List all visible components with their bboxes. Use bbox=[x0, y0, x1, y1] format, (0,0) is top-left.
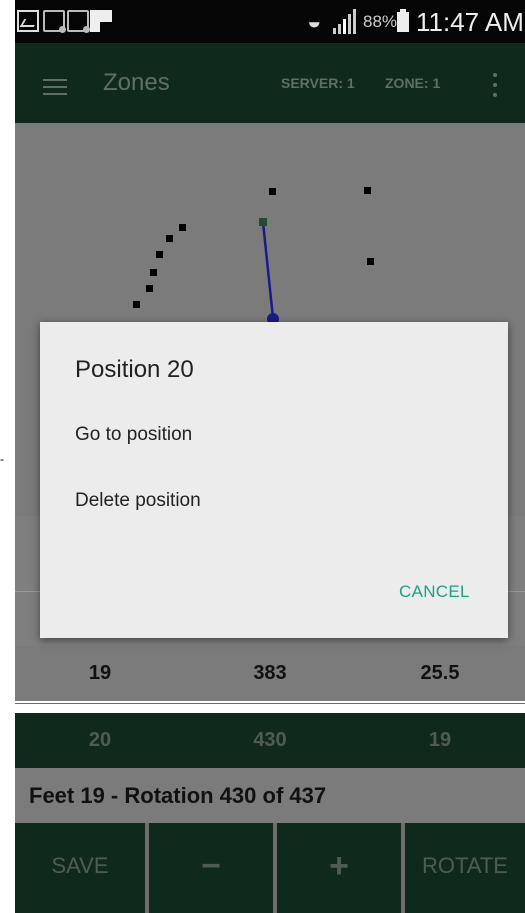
path-point bbox=[269, 188, 276, 195]
plus-button[interactable]: + bbox=[277, 823, 401, 913]
selected-point bbox=[259, 218, 267, 226]
server-label[interactable]: SERVER: 1 bbox=[281, 75, 355, 91]
divider bbox=[15, 703, 525, 704]
path-point bbox=[364, 187, 371, 194]
go-to-position-item[interactable]: Go to position bbox=[75, 424, 192, 446]
path-point bbox=[179, 224, 186, 231]
path-points bbox=[133, 187, 374, 308]
feet-cell: 20 bbox=[88, 729, 112, 751]
rotation-cell: 430 bbox=[253, 729, 287, 751]
flag-icon bbox=[90, 10, 116, 32]
bottom-toolbar: SAVE − + ROTATE bbox=[15, 823, 525, 913]
path-point bbox=[150, 269, 157, 276]
position-dialog: Position 20 Go to position Delete positi… bbox=[40, 322, 508, 638]
value-cell: 19 bbox=[428, 729, 452, 751]
summary-bar: Feet 19 - Rotation 430 of 437 bbox=[15, 768, 525, 823]
edge-tick: - bbox=[0, 452, 4, 466]
table-row[interactable]: 19 383 25.5 bbox=[15, 646, 525, 701]
feet-cell: 19 bbox=[88, 662, 112, 684]
zone-label[interactable]: ZONE: 1 bbox=[385, 75, 440, 91]
battery-icon bbox=[397, 9, 409, 32]
path-point bbox=[367, 258, 374, 265]
path-point bbox=[146, 285, 153, 292]
dialog-title: Position 20 bbox=[75, 356, 194, 383]
minus-button[interactable]: − bbox=[149, 823, 273, 913]
battery-percent: 88% bbox=[363, 12, 398, 31]
cancel-button[interactable]: CANCEL bbox=[399, 582, 470, 602]
path-point bbox=[133, 301, 140, 308]
path-point bbox=[156, 251, 163, 258]
status-bar: ◒ 88% 11:47 AM bbox=[15, 0, 525, 43]
menu-icon[interactable] bbox=[43, 79, 67, 95]
delete-position-item[interactable]: Delete position bbox=[75, 490, 201, 512]
more-options-icon[interactable] bbox=[492, 73, 498, 99]
value-cell: 25.5 bbox=[420, 662, 460, 684]
rotation-cell: 383 bbox=[253, 662, 287, 684]
wifi-icon: ◒ bbox=[307, 8, 322, 35]
mail-icon bbox=[43, 10, 66, 33]
rotation-line bbox=[261, 221, 275, 319]
path-point bbox=[166, 235, 173, 242]
clock: 11:47 AM bbox=[416, 7, 524, 37]
table-row-selected[interactable]: 20 430 19 bbox=[15, 713, 525, 768]
app-bar: Zones SERVER: 1 ZONE: 1 bbox=[15, 43, 525, 123]
save-button[interactable]: SAVE bbox=[15, 823, 145, 913]
page-title: Zones bbox=[103, 69, 170, 96]
summary-text: Feet 19 - Rotation 430 of 437 bbox=[29, 783, 327, 808]
mail-icon bbox=[67, 10, 90, 33]
rotate-button[interactable]: ROTATE bbox=[405, 823, 525, 913]
gallery-icon bbox=[17, 10, 39, 32]
signal-icon bbox=[331, 8, 361, 34]
